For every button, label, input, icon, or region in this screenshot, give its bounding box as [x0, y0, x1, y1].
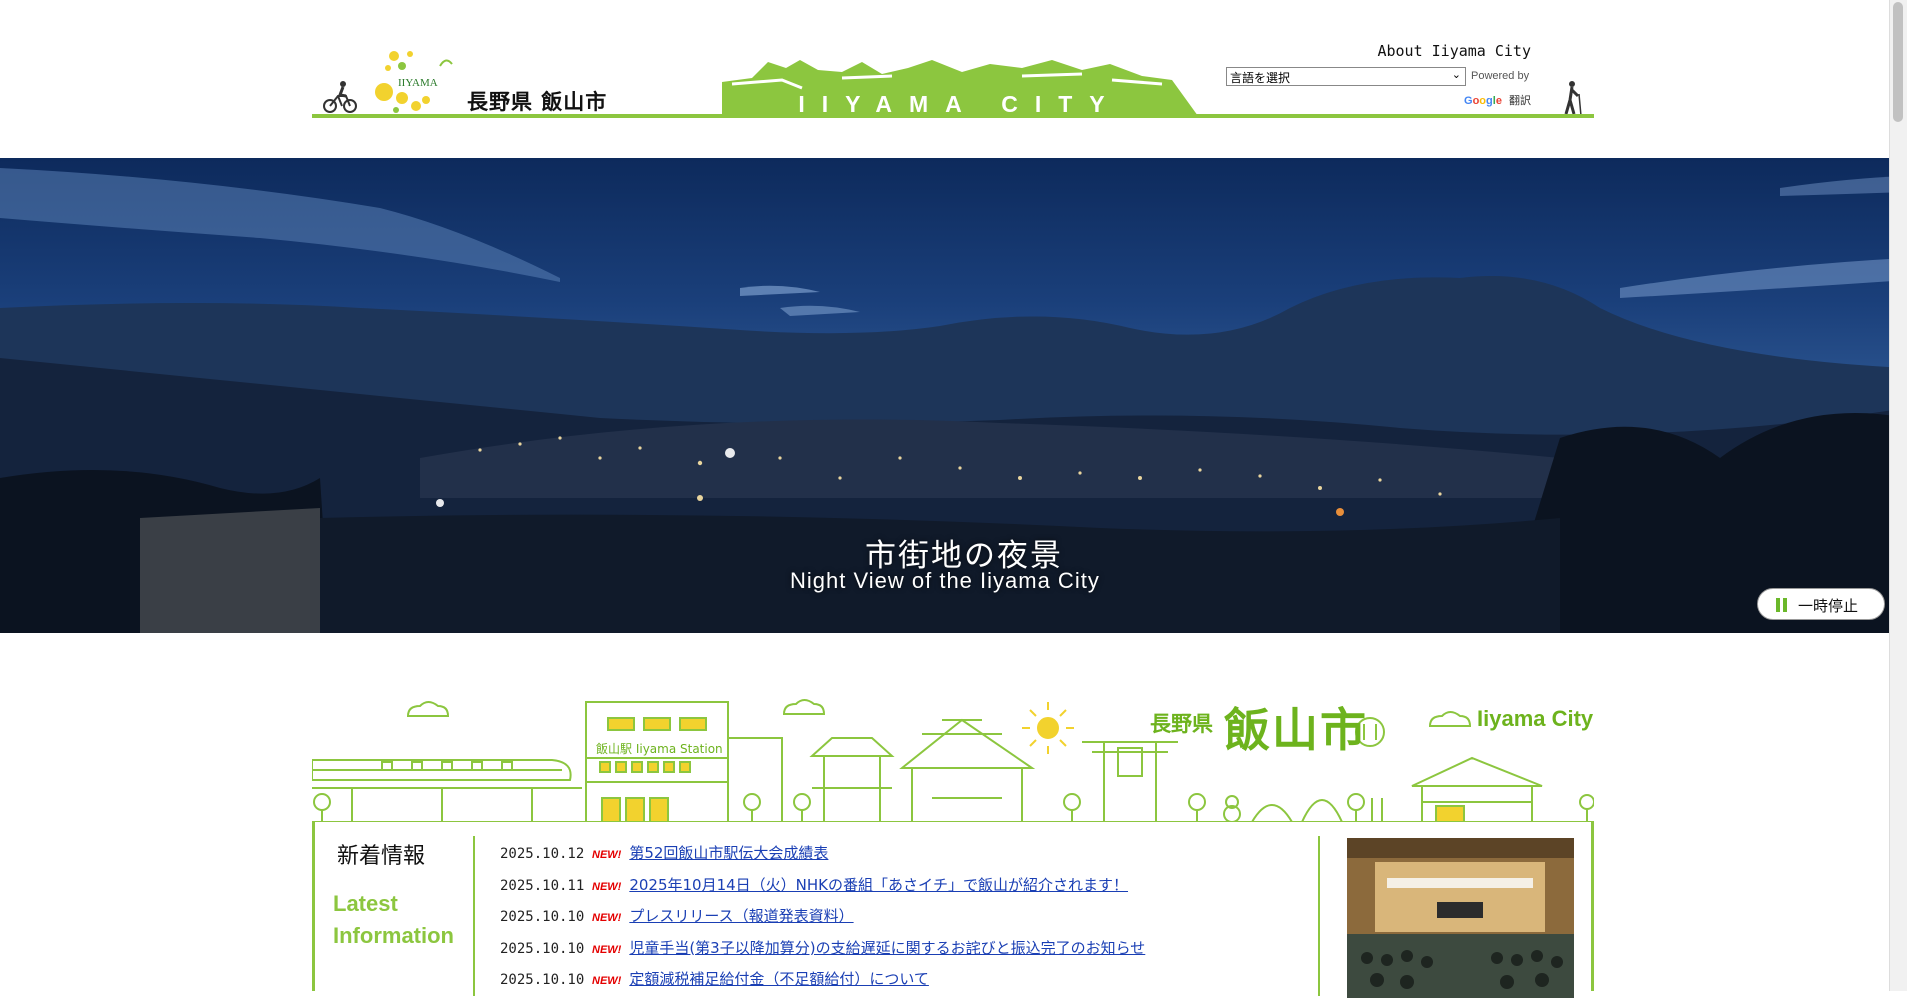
news-link[interactable]: 第52回飯山市駅伝大会成績表 [629, 844, 828, 862]
language-select-value: 言語を選択 [1230, 71, 1291, 85]
town-city-en-label: Iiyama City [1477, 706, 1594, 731]
news-link[interactable]: 定額減税補足給付金（不足額給付）について [629, 970, 929, 988]
news-date: 2025.10.10 [500, 972, 585, 988]
town-skyline-icon [311, 699, 1595, 823]
news-item: 2025.10.10 NEW! プレスリリース（報道発表資料） [500, 905, 1145, 937]
news-date: 2025.10.11 [500, 877, 585, 894]
powered-by-text: Powered by [1471, 70, 1530, 82]
latest-news-section: 新着情報 Latest Information 2025.10.12 NEW! 第5… [312, 822, 1594, 998]
page-title: 長野県 飯山市 [467, 90, 608, 114]
new-badge: NEW! [592, 880, 622, 893]
news-heading-en: Latest Information [333, 888, 454, 952]
header-divider [312, 114, 1594, 118]
news-item: 2025.10.10 NEW! 定額減税補足給付金（不足額給付）について [500, 968, 1145, 1000]
pause-icon [1776, 598, 1788, 612]
page-scrollbar[interactable] [1889, 0, 1907, 991]
google-logo: Google [1464, 95, 1502, 107]
town-city-label: 飯山市 [1224, 703, 1368, 757]
logo-dots-icon: IIYAMA [375, 51, 453, 113]
station-label: 飯山駅 Iiyama Station [596, 742, 723, 756]
about-iiyama-link[interactable]: About Iiyama City [1377, 42, 1531, 60]
new-badge: NEW! [592, 849, 622, 861]
news-date: 2025.10.10 [500, 940, 585, 957]
news-link[interactable]: 2025年10月14日（火）NHKの番組「あさイチ」で飯山が紹介されます！ [629, 876, 1128, 894]
news-item: 2025.10.11 NEW! 2025年10月14日（火）NHKの番組「あさイチ」… [500, 874, 1145, 906]
site-header: IIYAMA 長野県 飯山市 IIYAMA CITY About Iiyama … [312, 34, 1594, 118]
event-hall-image [1347, 838, 1574, 998]
news-divider [473, 836, 475, 996]
cyclist-icon [323, 81, 357, 113]
news-date: 2025.10.10 [500, 909, 585, 925]
town-illustration: 飯山駅 Iiyama Station 長野県 飯山市 Iiyama City [311, 698, 1595, 823]
new-badge: NEW! [592, 912, 622, 924]
hero-caption-en: Night View of the Iiyama City [790, 568, 1100, 593]
new-badge: NEW! [592, 943, 622, 956]
news-heading-jp: 新着情報 [337, 844, 426, 869]
news-item: 2025.10.12 NEW! 第52回飯山市駅伝大会成績表 [500, 842, 1145, 874]
news-link[interactable]: 児童手当(第3子以降加算分)の支給遅延に関するお詫びと振込完了のお知らせ [629, 939, 1145, 957]
svg-text:IIYAMA: IIYAMA [398, 77, 438, 89]
news-heading-en-line2: Information [333, 923, 454, 948]
hiker-icon [1564, 81, 1582, 116]
news-date: 2025.10.12 [500, 846, 585, 862]
translate-label: 翻訳 [1509, 95, 1532, 107]
scrollbar-thumb[interactable] [1893, 2, 1903, 122]
chevron-down-icon: ⌄ [1451, 69, 1461, 81]
hero-slideshow[interactable]: 市街地の夜景 Night View of the Iiyama City 一時停… [0, 158, 1907, 633]
city-logo[interactable]: IIYAMA [368, 44, 468, 116]
new-badge: NEW! [592, 975, 622, 987]
news-link[interactable]: プレスリリース（報道発表資料） [629, 907, 853, 925]
pause-slideshow-button[interactable]: 一時停止 [1757, 588, 1885, 620]
google-translate-link[interactable]: Google 翻訳 [1464, 92, 1531, 108]
language-select[interactable]: 言語を選択 ⌄ [1226, 67, 1466, 86]
news-right-divider [1318, 836, 1320, 996]
featured-news-photo[interactable] [1347, 838, 1574, 998]
town-pref-label: 長野県 [1150, 712, 1213, 736]
pause-label: 一時停止 [1798, 597, 1859, 615]
news-item: 2025.10.10 NEW! 児童手当(第3子以降加算分)の支給遅延に関するお詫び… [500, 937, 1145, 969]
iiyama-city-banner[interactable]: IIYAMA CITY [722, 58, 1198, 117]
news-heading-en-line1: Latest [333, 891, 398, 916]
news-list: 2025.10.12 NEW! 第52回飯山市駅伝大会成績表 2025.10.11 N… [500, 842, 1145, 1000]
